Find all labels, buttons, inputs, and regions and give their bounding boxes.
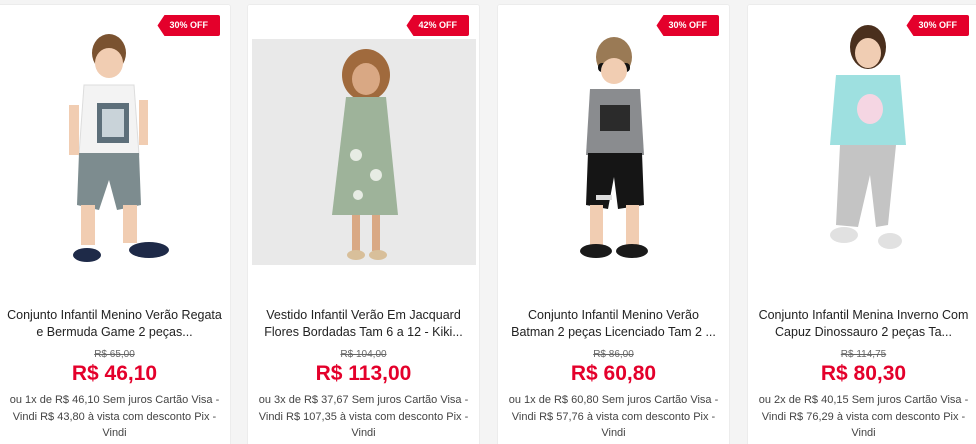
discount-badge: 30% OFF — [906, 15, 969, 36]
installments-text: ou 1x de R$ 46,10 Sem juros Cartão Visa … — [9, 394, 220, 439]
old-price: R$ 86,00 — [593, 349, 634, 360]
product-card[interactable]: 42% OFF Vestido Infantil Verão Em Jacqua… — [247, 4, 480, 444]
installments-text: ou 1x de R$ 60,80 Sem juros Cartão Visa … — [508, 394, 719, 439]
product-name[interactable]: Vestido Infantil Verão Em Jacquard Flore… — [256, 307, 471, 341]
discount-badge: 30% OFF — [656, 15, 719, 36]
old-price: R$ 104,00 — [340, 349, 387, 360]
discount-badge: 42% OFF — [406, 15, 469, 36]
current-price: R$ 80,30 — [820, 362, 907, 385]
product-card[interactable]: 30% OFF Conjunto Infantil Menina Inverno… — [747, 4, 976, 444]
product-name[interactable]: Conjunto Infantil Menino Verão Batman 2 … — [506, 307, 721, 341]
product-card[interactable]: 30% OFF Conjunto Infantil Menino Verão R… — [0, 4, 231, 444]
current-price: R$ 113,00 — [315, 362, 412, 385]
product-image[interactable] — [748, 5, 976, 297]
product-name[interactable]: Conjunto Infantil Menina Inverno Com Cap… — [756, 307, 971, 341]
product-image[interactable] — [0, 5, 230, 297]
product-grid: 30% OFF Conjunto Infantil Menino Verão R… — [0, 0, 976, 444]
discount-badge: 30% OFF — [157, 15, 220, 36]
current-price: R$ 60,80 — [570, 362, 657, 385]
old-price: R$ 114,75 — [840, 349, 887, 360]
product-image[interactable] — [498, 5, 729, 297]
installments-text: ou 2x de R$ 40,15 Sem juros Cartão Visa … — [758, 394, 969, 439]
old-price: R$ 65,00 — [94, 349, 135, 360]
installments-text: ou 3x de R$ 37,67 Sem juros Cartão Visa … — [258, 394, 469, 439]
product-card[interactable]: 30% OFF Conjunto Infantil Menino Verão B… — [497, 4, 730, 444]
product-image[interactable] — [248, 5, 479, 297]
product-name[interactable]: Conjunto Infantil Menino Verão Regata e … — [7, 307, 222, 341]
current-price: R$ 46,10 — [71, 362, 158, 385]
